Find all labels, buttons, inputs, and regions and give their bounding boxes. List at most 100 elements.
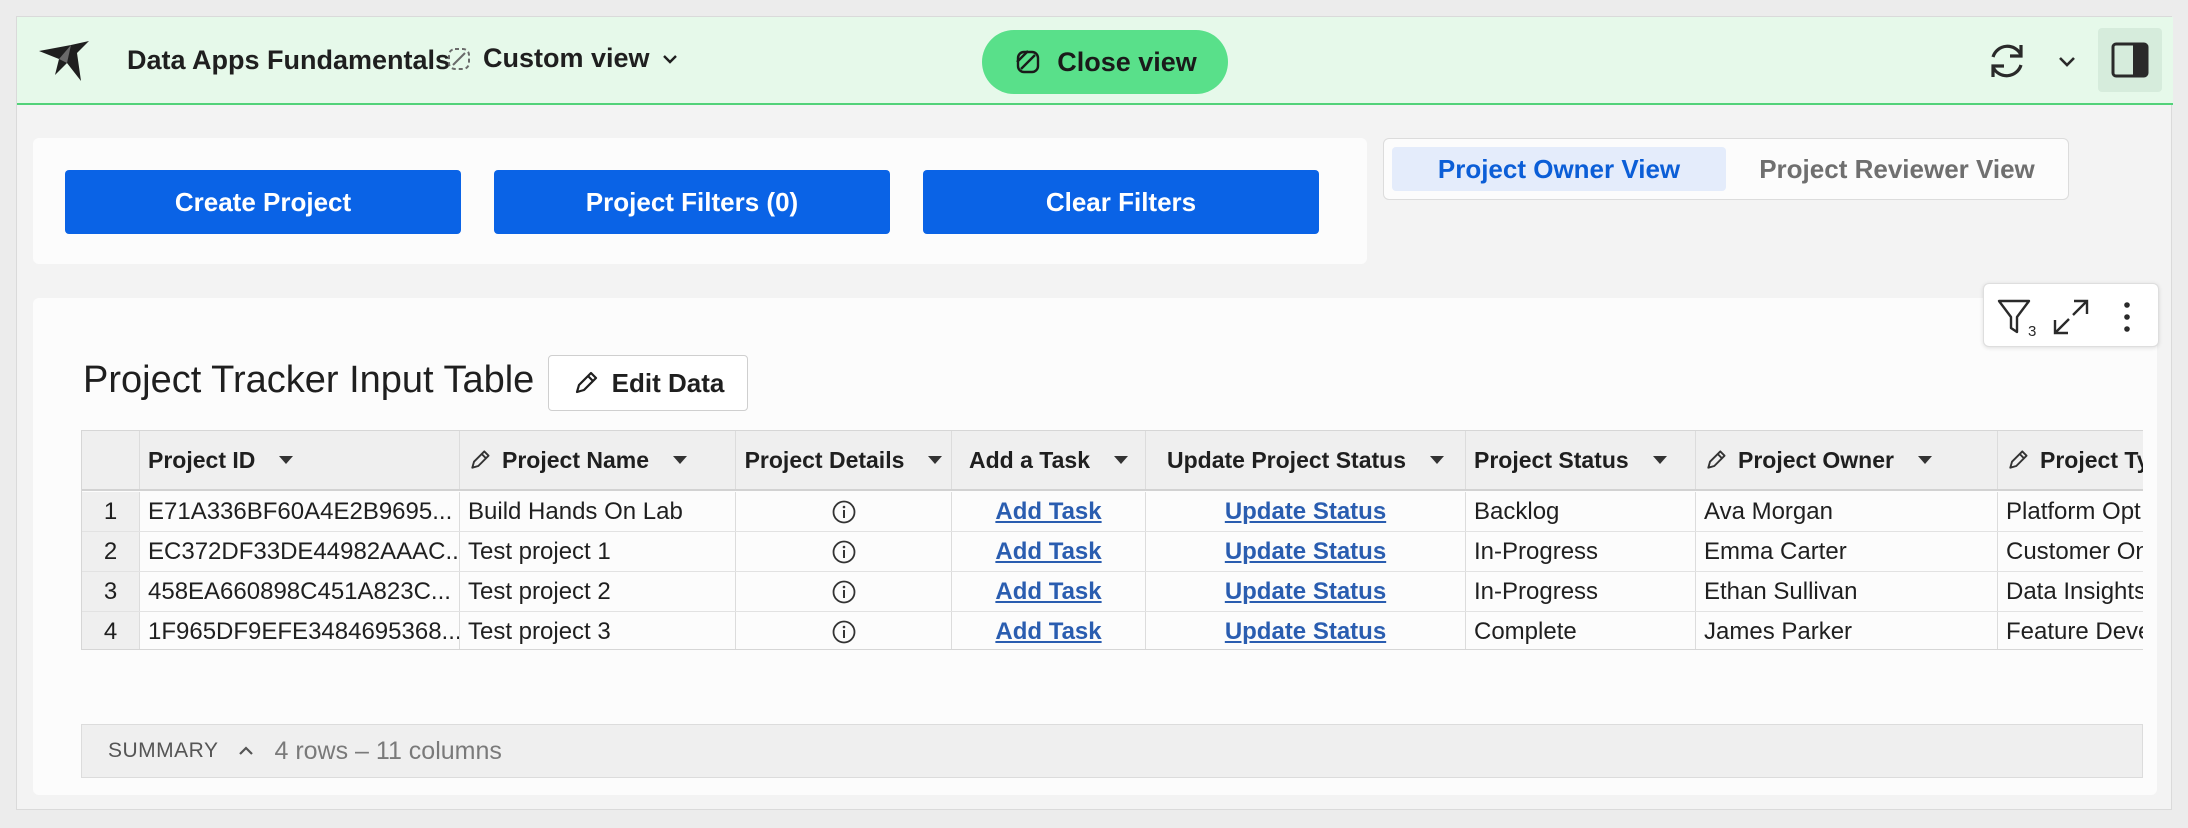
- update-status-link[interactable]: Update Status: [1146, 492, 1466, 531]
- cell-project-owner[interactable]: Emma Carter: [1696, 532, 1998, 571]
- add-task-link[interactable]: Add Task: [952, 572, 1146, 611]
- column-header-project-owner[interactable]: Project Owner: [1696, 431, 1998, 489]
- filter-button[interactable]: 3: [1996, 296, 2038, 338]
- column-header-update-project-status[interactable]: Update Project Status: [1146, 431, 1466, 489]
- column-header-add-a-task[interactable]: Add a Task: [952, 431, 1146, 489]
- column-header-label: Add a Task: [969, 446, 1090, 473]
- close-view-button[interactable]: Close view: [982, 30, 1228, 94]
- cell-project-name[interactable]: Test project 1: [460, 532, 736, 571]
- cell-project-type[interactable]: Feature Deve: [1998, 612, 2143, 649]
- update-status-link[interactable]: Update Status: [1146, 532, 1466, 571]
- table-row: 3 458EA660898C451A823C... Test project 2 Ad…: [82, 572, 2143, 612]
- cell-project-id[interactable]: E71A336BF60A4E2B9695...: [140, 492, 460, 531]
- cell-project-type[interactable]: Data Insights: [1998, 572, 2143, 611]
- app-frame: Data Apps Fundamentals Custom view Close…: [16, 16, 2173, 810]
- side-panel-icon: [2111, 42, 2149, 78]
- caret-down-icon[interactable]: [1652, 456, 1667, 464]
- summary-bar[interactable]: SUMMARY 4 rows – 11 columns: [81, 724, 2143, 778]
- info-icon[interactable]: [831, 499, 857, 525]
- cell-project-id[interactable]: EC372DF33DE44982AAAC...: [140, 532, 460, 571]
- cell-project-status[interactable]: Backlog: [1466, 492, 1696, 531]
- add-task-link-label[interactable]: Add Task: [995, 618, 1101, 646]
- cell-project-name[interactable]: Test project 2: [460, 572, 736, 611]
- cell-text: 1F965DF9EFE3484695368...: [148, 617, 460, 645]
- pencil-icon: [1707, 450, 1726, 469]
- cell-project-id[interactable]: 458EA660898C451A823C...: [140, 572, 460, 611]
- view-toggle: Project Owner View Project Reviewer View: [1383, 138, 2069, 200]
- refresh-options-chevron-icon[interactable]: [2055, 49, 2079, 73]
- chevron-up-icon[interactable]: [236, 741, 256, 761]
- caret-down-icon[interactable]: [673, 456, 688, 464]
- column-header-project-id[interactable]: Project ID: [140, 431, 460, 489]
- project-filters-button[interactable]: Project Filters (0): [494, 170, 890, 234]
- column-header-project-details[interactable]: Project Details: [736, 431, 952, 489]
- update-status-link-label[interactable]: Update Status: [1225, 498, 1386, 526]
- add-task-link[interactable]: Add Task: [952, 492, 1146, 531]
- bird-logo-icon[interactable]: [37, 35, 91, 85]
- cell-project-id[interactable]: 1F965DF9EFE3484695368...: [140, 612, 460, 649]
- cell-project-status[interactable]: Complete: [1466, 612, 1696, 649]
- column-header-project-name[interactable]: Project Name: [460, 431, 736, 489]
- info-icon[interactable]: [831, 619, 857, 645]
- custom-view-menu[interactable]: Custom view: [445, 43, 680, 74]
- cell-project-status[interactable]: In-Progress: [1466, 572, 1696, 611]
- cell-text: Test project 1: [468, 537, 611, 565]
- clear-filters-button[interactable]: Clear Filters: [923, 170, 1319, 234]
- cell-project-owner[interactable]: Ava Morgan: [1696, 492, 1998, 531]
- tab-project-owner-view[interactable]: Project Owner View: [1392, 147, 1726, 191]
- cell-project-name[interactable]: Test project 3: [460, 612, 736, 649]
- column-header-project-status[interactable]: Project Status: [1466, 431, 1696, 489]
- cell-text: Emma Carter: [1704, 537, 1847, 565]
- top-bar: Data Apps Fundamentals Custom view Close…: [17, 17, 2173, 105]
- cell-text: E71A336BF60A4E2B9695...: [148, 497, 453, 525]
- tab-project-reviewer-view[interactable]: Project Reviewer View: [1734, 147, 2060, 191]
- caret-down-icon[interactable]: [279, 456, 294, 464]
- refresh-icon[interactable]: [1983, 37, 2031, 85]
- chevron-down-icon: [662, 54, 677, 64]
- table-row: 1 E71A336BF60A4E2B9695... Build Hands On L…: [82, 492, 2143, 532]
- update-status-link[interactable]: Update Status: [1146, 612, 1466, 649]
- app-title: Data Apps Fundamentals: [127, 45, 451, 75]
- column-header-project-type[interactable]: Project Ty: [1998, 431, 2143, 489]
- add-task-link-label[interactable]: Add Task: [995, 578, 1101, 606]
- info-icon[interactable]: [831, 539, 857, 565]
- add-task-link-label[interactable]: Add Task: [995, 538, 1101, 566]
- update-status-link-label[interactable]: Update Status: [1225, 538, 1386, 566]
- caret-down-icon[interactable]: [1430, 456, 1444, 464]
- info-icon[interactable]: [831, 579, 857, 605]
- column-header-label: Project Owner: [1738, 446, 1894, 473]
- cell-project-type[interactable]: Platform Opt: [1998, 492, 2143, 531]
- more-options-button[interactable]: [2106, 296, 2148, 338]
- cell-project-details[interactable]: [736, 572, 952, 611]
- cell-project-owner[interactable]: James Parker: [1696, 612, 1998, 649]
- cell-project-status[interactable]: In-Progress: [1466, 532, 1696, 571]
- create-project-button[interactable]: Create Project: [65, 170, 461, 234]
- edit-data-button[interactable]: Edit Data: [548, 355, 748, 411]
- toggle-panel-button[interactable]: [2098, 28, 2162, 92]
- caret-down-icon[interactable]: [1114, 456, 1128, 464]
- summary-info: 4 rows – 11 columns: [274, 736, 502, 765]
- cell-project-details[interactable]: [736, 492, 952, 531]
- cell-project-owner[interactable]: Ethan Sullivan: [1696, 572, 1998, 611]
- cell-text: Build Hands On Lab: [468, 497, 683, 525]
- update-status-link-label[interactable]: Update Status: [1225, 578, 1386, 606]
- cell-text: James Parker: [1704, 617, 1853, 645]
- cell-text: In-Progress: [1474, 537, 1599, 565]
- edit-data-label: Edit Data: [611, 367, 725, 398]
- update-status-link[interactable]: Update Status: [1146, 572, 1466, 611]
- element-toolbar: 3: [1983, 283, 2159, 347]
- cell-project-name[interactable]: Build Hands On Lab: [460, 492, 736, 531]
- add-task-link-label[interactable]: Add Task: [995, 498, 1101, 526]
- cell-project-details[interactable]: [736, 532, 952, 571]
- update-status-link-label[interactable]: Update Status: [1225, 618, 1386, 646]
- cell-project-type[interactable]: Customer On: [1998, 532, 2143, 571]
- custom-view-label: Custom view: [483, 43, 650, 73]
- row-number: 4: [82, 612, 140, 649]
- caret-down-icon[interactable]: [1917, 456, 1932, 464]
- cell-project-details[interactable]: [736, 612, 952, 649]
- more-vertical-icon: [2124, 302, 2130, 332]
- add-task-link[interactable]: Add Task: [952, 612, 1146, 649]
- expand-button[interactable]: [2050, 296, 2092, 338]
- add-task-link[interactable]: Add Task: [952, 532, 1146, 571]
- caret-down-icon[interactable]: [928, 456, 943, 464]
